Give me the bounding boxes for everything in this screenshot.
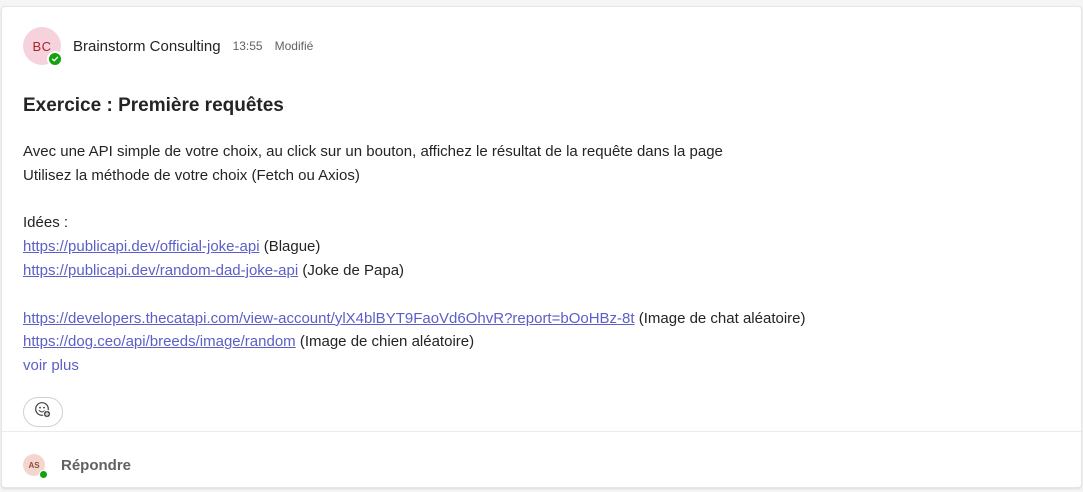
- post-body: Avec une API simple de votre choix, au c…: [23, 140, 1063, 378]
- body-text-line: Idées :: [23, 214, 69, 232]
- author-avatar[interactable]: BC: [23, 27, 63, 67]
- see-more-button[interactable]: voir plus: [23, 357, 79, 374]
- link-note: (Joke de Papa): [298, 261, 405, 279]
- link-line: https://publicapi.dev/official-joke-api …: [23, 235, 1063, 259]
- cat-api-link[interactable]: https://developers.thecatapi.com/view-ac…: [23, 310, 635, 327]
- body-text-line: Avec une API simple de votre choix, au c…: [23, 143, 723, 160]
- dog-api-link[interactable]: https://dog.ceo/api/breeds/image/random: [23, 333, 296, 350]
- link-line: https://publicapi.dev/random-dad-joke-ap…: [23, 259, 1063, 283]
- dad-joke-api-link[interactable]: https://publicapi.dev/random-dad-joke-ap…: [23, 262, 298, 279]
- reply-divider: [2, 431, 1081, 432]
- see-more-line: voir plus: [23, 354, 1063, 378]
- edited-label: Modifié: [274, 39, 314, 53]
- author-avatar-initials: BC: [32, 38, 52, 54]
- add-reaction-button[interactable]: [23, 397, 63, 427]
- post-header: BC Brainstorm Consulting 13:55 Modifié: [23, 27, 314, 67]
- link-note: (Blague): [259, 238, 321, 256]
- body-text-line: Utilisez la méthode de votre choix (Fetc…: [23, 166, 360, 184]
- link-line: https://developers.thecatapi.com/view-ac…: [23, 307, 1063, 331]
- reply-button[interactable]: AS Répondre: [23, 454, 132, 479]
- author-name[interactable]: Brainstorm Consulting: [73, 38, 221, 55]
- link-note: (Image de chien aléatoire): [295, 333, 475, 351]
- reply-label: Répondre: [61, 456, 132, 474]
- current-user-initials: AS: [28, 460, 40, 470]
- post-subject: Exercice : Première requêtes: [23, 95, 284, 116]
- available-status-icon: [39, 470, 48, 479]
- current-user-avatar: AS: [23, 454, 48, 479]
- link-note: (Image de chat aléatoire): [634, 309, 806, 327]
- joke-api-link[interactable]: https://publicapi.dev/official-joke-api: [23, 238, 260, 255]
- add-reaction-icon: [34, 401, 52, 424]
- post-timestamp: 13:55: [232, 39, 263, 53]
- channel-post-card: BC Brainstorm Consulting 13:55 Modifié E…: [1, 6, 1082, 488]
- link-line: https://dog.ceo/api/breeds/image/random …: [23, 330, 1063, 354]
- available-check-icon: [47, 51, 63, 67]
